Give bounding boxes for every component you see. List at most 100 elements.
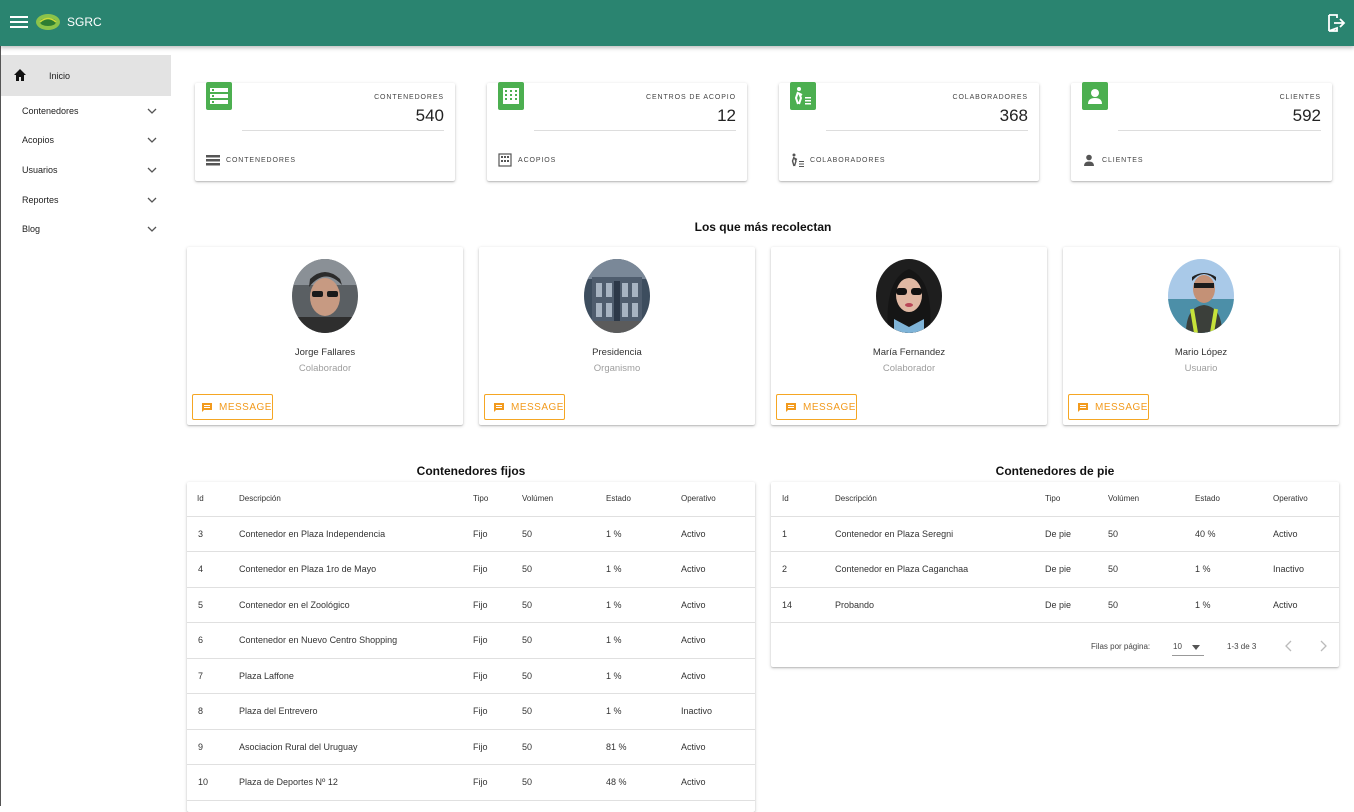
cell-type: Fijo [473, 658, 522, 694]
message-button-label: MESSAGE [1095, 402, 1148, 413]
column-header[interactable]: Id [187, 482, 239, 517]
stat-footer-label: COLABORADORES [810, 157, 886, 164]
person-name: Presidencia [592, 347, 642, 358]
column-header[interactable]: Operativo [681, 482, 755, 517]
cell-description: Asociacion Rural del Uruguay [239, 729, 473, 765]
table-row[interactable]: 5 Contenedor en el Zoológico Fijo 50 1 % Acti… [187, 587, 755, 623]
hamburger-menu-icon[interactable] [10, 13, 28, 33]
cell-volume: 50 [522, 622, 606, 659]
cell-type: Fijo [473, 693, 522, 730]
walker-icon [791, 153, 804, 167]
cell-operative: Activo [681, 764, 755, 801]
table-row[interactable]: 2 Contenedor en Plaza Caganchaa De pie 50 1 … [771, 551, 1339, 588]
message-button[interactable]: MESSAGE [484, 394, 565, 420]
cell-volume: 50 [1108, 516, 1195, 552]
cell-state: 1 % [606, 516, 681, 552]
cell-id: 10 [187, 764, 239, 801]
avatar [584, 259, 650, 333]
cell-volume: 50 [522, 658, 606, 694]
cell-operative: Activo [681, 551, 755, 588]
chevron-right-icon[interactable] [1319, 640, 1327, 652]
stat-label: CLIENTES [1279, 94, 1321, 101]
sidebar-item-contenedores[interactable]: Contenedores [1, 96, 171, 126]
table-row[interactable]: 7 Plaza Laffone Fijo 50 1 % Activo [187, 658, 755, 694]
sidebar-item-reportes[interactable]: Reportes [1, 185, 171, 215]
cell-state: 1 % [606, 693, 681, 730]
cell-description: Contenedor en el Zoológico [239, 587, 473, 623]
sidebar-item-acopios[interactable]: Acopios [1, 126, 171, 156]
table-row[interactable]: 8 Plaza del Entrevero Fijo 50 1 % Inactivo [187, 693, 755, 730]
storage-icon [206, 155, 220, 166]
cell-state: 81 % [606, 729, 681, 765]
cell-id: 9 [187, 729, 239, 765]
table-row[interactable]: 3 Contenedor en Plaza Independencia Fijo 50… [187, 516, 755, 552]
cell-volume: 50 [522, 516, 606, 552]
column-header[interactable]: Descripción [835, 482, 1045, 517]
column-header[interactable]: Descripción [239, 482, 473, 517]
table-row[interactable]: 6 Contenedor en Nuevo Centro Shopping Fijo… [187, 622, 755, 659]
cell-state: 40 % [1195, 516, 1273, 552]
building-icon [498, 82, 524, 110]
building-icon [498, 153, 512, 167]
sidebar-item-usuarios[interactable]: Usuarios [1, 155, 171, 185]
cell-type: Fijo [473, 622, 522, 659]
sidebar-item-inicio[interactable]: Inicio [1, 55, 171, 96]
cell-type: De pie [1045, 516, 1108, 552]
cell-state: 1 % [606, 658, 681, 694]
person-name: Mario López [1174, 347, 1228, 358]
chevron-down-icon [147, 197, 157, 203]
stat-label: CONTENEDORES [374, 94, 444, 101]
dropdown-arrow-icon [1192, 645, 1200, 650]
sidebar-item-blog[interactable]: Blog [1, 214, 171, 244]
column-header[interactable]: Estado [606, 482, 681, 517]
cell-volume: 50 [522, 551, 606, 588]
cell-state: 1 % [606, 587, 681, 623]
table-row[interactable]: 1 Contenedor en Plaza Seregni De pie 50 40 %… [771, 516, 1339, 552]
person-name: María Fernandez [872, 347, 946, 358]
message-button[interactable]: MESSAGE [776, 394, 857, 420]
column-header[interactable]: Volúmen [1108, 482, 1195, 517]
column-header[interactable]: Tipo [1045, 482, 1108, 517]
column-header[interactable]: Tipo [473, 482, 522, 517]
cell-description: Contenedor en Nuevo Centro Shopping [239, 622, 473, 659]
cell-operative: Activo [1273, 516, 1339, 552]
table-header-row: Id Descripción Tipo Volúmen Estado Opera… [187, 482, 755, 517]
column-header[interactable]: Operativo [1273, 482, 1339, 517]
cell-operative: Activo [681, 729, 755, 765]
divider [534, 130, 736, 131]
table-header-row: Id Descripción Tipo Volúmen Estado Opera… [771, 482, 1339, 517]
cell-volume: 50 [1108, 551, 1195, 588]
rows-per-page-select[interactable]: 10 [1172, 638, 1204, 656]
table-row[interactable]: 4 Contenedor en Plaza 1ro de Mayo Fijo 50 1 … [187, 551, 755, 588]
top-collectors-title: Los que más recolectan [694, 220, 832, 234]
message-button-label: MESSAGE [219, 402, 272, 413]
cell-type: Fijo [473, 764, 522, 801]
cell-type: Fijo [473, 729, 522, 765]
stat-card-clientes: CLIENTES 592 CLIENTES [1071, 82, 1332, 181]
chevron-left-icon[interactable] [1285, 640, 1293, 652]
cell-operative: Inactivo [681, 693, 755, 730]
cell-volume: 50 [522, 587, 606, 623]
table-row[interactable]: 14 Probando De pie 50 1 % Activo [771, 587, 1339, 623]
divider [826, 130, 1028, 131]
cell-state: 1 % [1195, 587, 1273, 623]
table-row[interactable]: 10 Plaza de Deportes Nº 12 Fijo 50 48 % Activ… [187, 764, 755, 801]
message-button[interactable]: MESSAGE [1068, 394, 1149, 420]
message-button[interactable]: MESSAGE [192, 394, 273, 420]
column-header[interactable]: Id [771, 482, 835, 517]
cell-id: 1 [771, 516, 835, 552]
table-row[interactable]: 9 Asociacion Rural del Uruguay Fijo 50 81 % A… [187, 729, 755, 765]
cell-volume: 50 [522, 729, 606, 765]
column-header[interactable]: Volúmen [522, 482, 606, 517]
message-icon [1078, 403, 1088, 412]
sidebar: Inicio Contenedores Acopios Usuarios Rep… [0, 46, 171, 806]
cell-state: 48 % [606, 764, 681, 801]
avatar [1168, 259, 1234, 333]
stat-card-acopios: CENTROS DE ACOPIO 12 ACOPIOS [487, 82, 747, 181]
cell-operative: Activo [681, 658, 755, 694]
cell-description: Contenedor en Plaza 1ro de Mayo [239, 551, 473, 588]
cell-state: 1 % [606, 622, 681, 659]
standing-containers-table: Id Descripción Tipo Volúmen Estado Opera… [771, 482, 1339, 667]
column-header[interactable]: Estado [1195, 482, 1273, 517]
logout-icon[interactable] [1326, 13, 1346, 33]
